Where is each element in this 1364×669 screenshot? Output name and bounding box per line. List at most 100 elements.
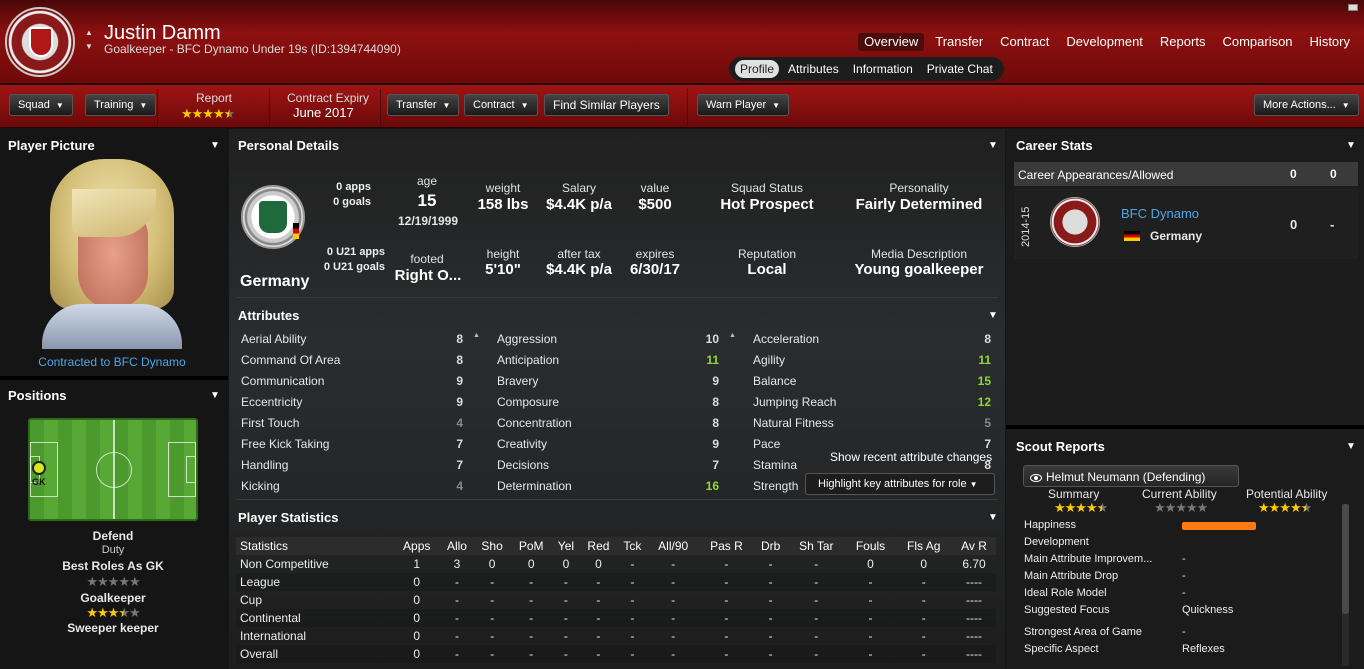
- table-row[interactable]: Overall 0- - - - - - - - - - - - ----: [236, 645, 996, 663]
- stats-column-header[interactable]: Tck: [617, 537, 648, 555]
- attribute-row[interactable]: Handling 7: [241, 454, 463, 475]
- contract-button[interactable]: Contract ▼: [464, 94, 538, 116]
- table-cell: 0: [413, 593, 421, 607]
- report-stars[interactable]: ★★★★★: [181, 106, 235, 122]
- panel-menu-icon[interactable]: ▼: [1346, 441, 1356, 452]
- contracted-to-link[interactable]: Contracted to BFC Dynamo: [0, 355, 224, 369]
- table-cell: -: [563, 593, 568, 607]
- training-button[interactable]: Training ▼: [85, 94, 157, 116]
- position-pitch[interactable]: GK: [28, 418, 198, 521]
- stats-column-header[interactable]: Fls Ag: [895, 537, 953, 555]
- attribute-row[interactable]: Communication 9: [241, 370, 463, 391]
- scout-row-value: -: [1182, 553, 1186, 565]
- stats-column-header[interactable]: Av R: [952, 537, 996, 555]
- subtab-attributes[interactable]: Attributes: [783, 60, 844, 78]
- tab-development[interactable]: Development: [1060, 33, 1149, 51]
- stats-column-header[interactable]: Apps: [393, 537, 440, 555]
- chevron-down-icon: ▼: [520, 101, 529, 110]
- attribute-row[interactable]: Agility 11: [753, 349, 991, 370]
- table-row[interactable]: Continental 0- - - - - - - - - - - - ----: [236, 609, 996, 627]
- table-row[interactable]: Cup 0- - - - - - - - - - - - ----: [236, 591, 996, 609]
- scout-selector[interactable]: Helmut Neumann (Defending): [1023, 465, 1239, 487]
- attribute-row[interactable]: Balance 15: [753, 370, 991, 391]
- panel-menu-icon[interactable]: ▼: [988, 140, 998, 151]
- table-row[interactable]: International 0- - - - - - - - - - - - ----: [236, 627, 996, 645]
- stats-column-header[interactable]: Sho: [473, 537, 511, 555]
- stats-column-header[interactable]: PoM: [510, 537, 553, 555]
- u21-goals-value: 0 U21 goals: [323, 261, 385, 273]
- attribute-row[interactable]: Kicking 4: [241, 475, 463, 496]
- tab-transfer[interactable]: Transfer: [929, 33, 989, 51]
- subtab-information[interactable]: Information: [848, 60, 918, 78]
- stats-column-header[interactable]: Fouls: [845, 537, 896, 555]
- club-badge-icon[interactable]: [1050, 197, 1100, 247]
- table-cell: -: [510, 573, 553, 591]
- window-icon[interactable]: [1348, 4, 1358, 11]
- table-cell: -: [617, 609, 648, 627]
- attribute-row[interactable]: Composure 8: [497, 391, 719, 412]
- scout-scrollbar[interactable]: [1342, 504, 1349, 666]
- stats-column-header[interactable]: Drb: [754, 537, 788, 555]
- stats-column-header[interactable]: Yel: [552, 537, 580, 555]
- attribute-row[interactable]: Jumping Reach 12: [753, 391, 991, 412]
- attribute-row[interactable]: Aggression 10: [497, 328, 719, 349]
- tab-history[interactable]: History: [1304, 33, 1356, 51]
- tab-comparison[interactable]: Comparison: [1216, 33, 1298, 51]
- player-switch-arrows[interactable]: ▲ ▼: [85, 26, 93, 54]
- stats-column-header[interactable]: Statistics: [236, 537, 394, 555]
- panel-menu-icon[interactable]: ▼: [1346, 140, 1356, 151]
- tab-contract[interactable]: Contract: [994, 33, 1055, 51]
- attribute-row[interactable]: Acceleration 8: [753, 328, 991, 349]
- panel-menu-icon[interactable]: ▼: [988, 512, 998, 523]
- attribute-row[interactable]: Aerial Ability 8: [241, 328, 463, 349]
- stats-column-header[interactable]: Pas R: [698, 537, 755, 555]
- nation-name[interactable]: Germany: [240, 273, 309, 291]
- highlight-attributes-dropdown[interactable]: Highlight key attributes for role ▼: [805, 473, 995, 495]
- subtab-private-chat[interactable]: Private Chat: [922, 60, 998, 78]
- table-cell: -: [754, 609, 788, 627]
- panel-menu-icon[interactable]: ▼: [210, 390, 220, 401]
- attribute-row[interactable]: Bravery 9: [497, 370, 719, 391]
- attribute-row[interactable]: Eccentricity 9: [241, 391, 463, 412]
- club-badge-icon[interactable]: [5, 7, 75, 77]
- panel-menu-icon[interactable]: ▼: [210, 140, 220, 151]
- attribute-row[interactable]: Determination 16: [497, 475, 719, 496]
- goalkeeper-position-marker[interactable]: [32, 461, 46, 475]
- subtab-profile[interactable]: Profile: [735, 60, 780, 78]
- attribute-row[interactable]: Natural Fitness 5: [753, 412, 991, 433]
- squad-button[interactable]: Squad ▼: [9, 94, 73, 116]
- table-cell: -: [814, 557, 819, 571]
- table-cell: -: [552, 609, 580, 627]
- attribute-row[interactable]: Creativity 9: [497, 433, 719, 454]
- stats-column-header[interactable]: Red: [579, 537, 618, 555]
- table-row[interactable]: League 0- - - - - - - - - - - - ----: [236, 573, 996, 591]
- attribute-row[interactable]: Decisions 7: [497, 454, 719, 475]
- stats-column-header[interactable]: All/90: [647, 537, 699, 555]
- attribute-row[interactable]: Concentration 8: [497, 412, 719, 433]
- attribute-row[interactable]: Anticipation 11: [497, 349, 719, 370]
- table-cell: Continental: [236, 609, 394, 627]
- find-similar-players-button[interactable]: Find Similar Players: [544, 94, 669, 116]
- warn-player-button[interactable]: Warn Player ▼: [697, 94, 790, 116]
- attribute-row[interactable]: Command Of Area 8: [241, 349, 463, 370]
- panel-menu-icon[interactable]: ▼: [988, 310, 998, 321]
- scroll-up-icon[interactable]: ▲: [729, 332, 736, 339]
- table-cell: -: [454, 593, 459, 607]
- table-row[interactable]: Non Competitive 1 3 0 0 0 0 - - - - - 0 0 6.70: [236, 555, 996, 573]
- table-cell: -: [671, 593, 676, 607]
- more-actions-button[interactable]: More Actions... ▼: [1254, 94, 1359, 116]
- table-cell: -: [787, 573, 846, 591]
- scroll-up-icon[interactable]: ▲: [473, 332, 480, 339]
- attribute-changes-tooltip[interactable]: Show recent attribute changes: [830, 450, 992, 464]
- attribute-row[interactable]: First Touch 4: [241, 412, 463, 433]
- tab-reports[interactable]: Reports: [1154, 33, 1212, 51]
- career-club-link[interactable]: BFC Dynamo: [1121, 206, 1199, 221]
- tab-overview[interactable]: Overview: [858, 33, 925, 51]
- stats-column-header[interactable]: Allo: [439, 537, 474, 555]
- transfer-button[interactable]: Transfer ▼: [387, 94, 460, 116]
- nation-badge-icon[interactable]: [241, 185, 305, 249]
- stats-column-header[interactable]: Sh Tar: [787, 537, 846, 555]
- attribute-name: Strength: [753, 478, 799, 493]
- table-cell: 1: [413, 557, 421, 571]
- attribute-row[interactable]: Free Kick Taking 7: [241, 433, 463, 454]
